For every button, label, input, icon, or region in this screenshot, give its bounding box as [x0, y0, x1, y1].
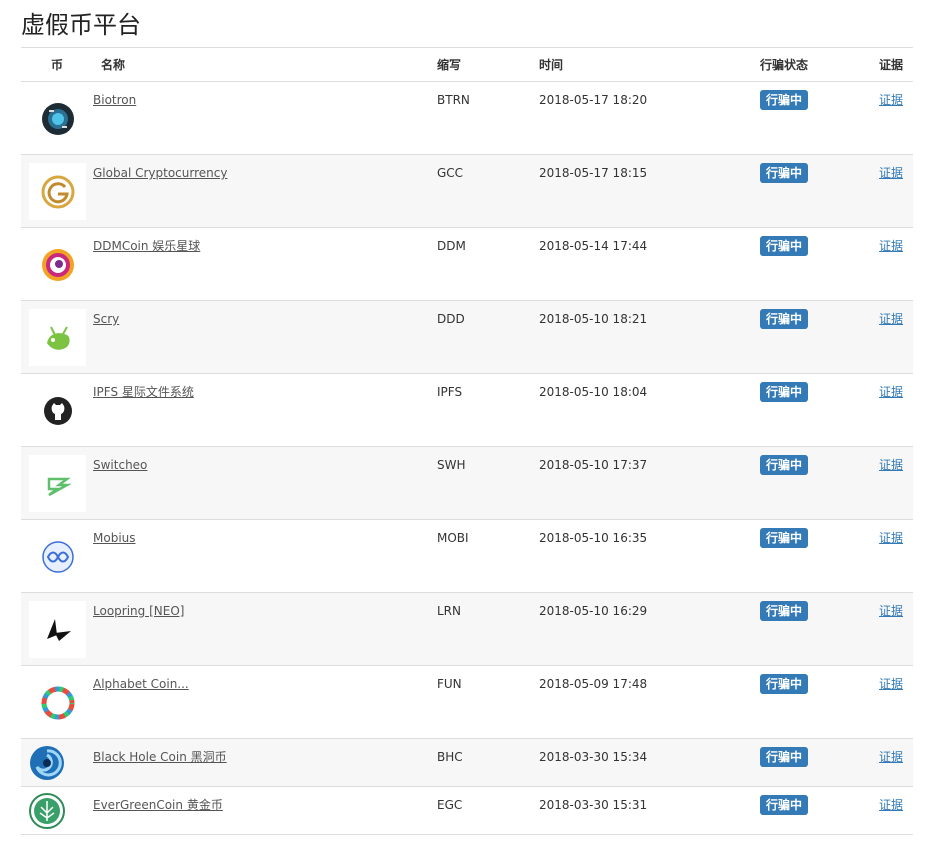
switcheo-logo-icon — [29, 455, 86, 512]
coin-symbol: DDD — [437, 312, 465, 326]
status-badge: 行骗中 — [760, 674, 809, 694]
table-row: Biotron BTRN 2018-05-17 18:20 行骗中 证据 — [21, 81, 913, 155]
coin-symbol: FUN — [437, 677, 462, 691]
col-header-proof: 证据 — [879, 47, 913, 82]
proof-link[interactable]: 证据 — [879, 228, 913, 253]
table-row: DDMCoin 娱乐星球 DDM 2018-05-14 17:44 行骗中 证据 — [21, 227, 913, 301]
scam-coin-table: 币 名称 缩写 时间 行骗状态 证据 Biotron BTRN 2018-05-… — [21, 47, 913, 835]
proof-link[interactable]: 证据 — [879, 155, 913, 180]
table-row: Switcheo SWH 2018-05-10 17:37 行骗中 证据 — [21, 446, 913, 520]
coin-symbol: SWH — [437, 458, 466, 472]
col-header-coin: 币 — [21, 47, 93, 82]
loopring-logo-icon — [29, 601, 86, 658]
coin-time: 2018-05-10 17:37 — [539, 458, 648, 472]
coin-name-link[interactable]: EverGreenCoin 黄金币 — [93, 798, 223, 812]
col-header-name: 名称 — [93, 47, 437, 82]
proof-link[interactable]: 证据 — [879, 666, 913, 691]
status-badge: 行骗中 — [760, 163, 809, 183]
page-title: 虚假币平台 — [21, 11, 141, 39]
col-header-status: 行骗状态 — [760, 47, 879, 82]
coin-name-link[interactable]: Loopring [NEO] — [93, 604, 184, 618]
table-row: Loopring [NEO] LRN 2018-05-10 16:29 行骗中 … — [21, 592, 913, 666]
status-badge: 行骗中 — [760, 90, 809, 110]
coin-time: 2018-05-09 17:48 — [539, 677, 648, 691]
coin-symbol: BTRN — [437, 93, 470, 107]
proof-link[interactable]: 证据 — [879, 447, 913, 472]
coin-name-link[interactable]: IPFS 星际文件系统 — [93, 385, 194, 399]
table-row: Alphabet Coin... FUN 2018-05-09 17:48 行骗… — [21, 665, 913, 739]
status-badge: 行骗中 — [760, 236, 809, 256]
gcc-logo-icon — [29, 163, 86, 220]
coin-symbol: LRN — [437, 604, 461, 618]
biotron-logo-icon — [29, 90, 86, 147]
coin-symbol: BHC — [437, 750, 463, 764]
col-header-time: 时间 — [539, 47, 760, 82]
coin-name-link[interactable]: DDMCoin 娱乐星球 — [93, 239, 200, 253]
scry-logo-icon — [29, 309, 86, 366]
ddm-logo-icon — [29, 236, 86, 293]
coin-time: 2018-05-10 18:21 — [539, 312, 648, 326]
coin-time: 2018-05-17 18:15 — [539, 166, 648, 180]
blackhole-logo-icon — [29, 743, 86, 783]
table-row: Global Cryptocurrency GCC 2018-05-17 18:… — [21, 154, 913, 228]
status-badge: 行骗中 — [760, 309, 809, 329]
coin-time: 2018-05-10 16:29 — [539, 604, 648, 618]
table-row: Black Hole Coin 黑洞币 BHC 2018-03-30 15:34… — [21, 738, 913, 787]
coin-symbol: EGC — [437, 798, 463, 812]
coin-name-link[interactable]: Biotron — [93, 93, 136, 107]
coin-time: 2018-03-30 15:34 — [539, 750, 648, 764]
coin-name-link[interactable]: Mobius — [93, 531, 136, 545]
coin-time: 2018-05-10 18:04 — [539, 385, 648, 399]
evergreen-logo-icon — [29, 791, 86, 831]
coin-symbol: GCC — [437, 166, 464, 180]
table-row: Scry DDD 2018-05-10 18:21 行骗中 证据 — [21, 300, 913, 374]
coin-symbol: IPFS — [437, 385, 463, 399]
status-badge: 行骗中 — [760, 601, 809, 621]
coin-symbol: MOBI — [437, 531, 469, 545]
proof-link[interactable]: 证据 — [879, 520, 913, 545]
coin-name-link[interactable]: Switcheo — [93, 458, 147, 472]
proof-link[interactable]: 证据 — [879, 82, 913, 107]
coin-name-link[interactable]: Scry — [93, 312, 119, 326]
coin-time: 2018-03-30 15:31 — [539, 798, 648, 812]
table-row: Mobius MOBI 2018-05-10 16:35 行骗中 证据 — [21, 519, 913, 593]
coin-name-link[interactable]: Alphabet Coin... — [93, 677, 189, 691]
status-badge: 行骗中 — [760, 382, 809, 402]
github-logo-icon — [29, 382, 86, 439]
mobius-logo-icon — [29, 528, 86, 585]
table-row: IPFS 星际文件系统 IPFS 2018-05-10 18:04 行骗中 证据 — [21, 373, 913, 447]
proof-link[interactable]: 证据 — [879, 787, 913, 812]
col-header-symbol: 缩写 — [437, 47, 539, 82]
coin-time: 2018-05-17 18:20 — [539, 93, 648, 107]
coin-name-link[interactable]: Black Hole Coin 黑洞币 — [93, 750, 227, 764]
proof-link[interactable]: 证据 — [879, 593, 913, 618]
alphabet-logo-icon — [29, 674, 86, 731]
coin-symbol: DDM — [437, 239, 466, 253]
status-badge: 行骗中 — [760, 747, 809, 767]
coin-time: 2018-05-14 17:44 — [539, 239, 648, 253]
table-row: EverGreenCoin 黄金币 EGC 2018-03-30 15:31 行… — [21, 786, 913, 835]
status-badge: 行骗中 — [760, 528, 809, 548]
proof-link[interactable]: 证据 — [879, 301, 913, 326]
proof-link[interactable]: 证据 — [879, 374, 913, 399]
coin-name-link[interactable]: Global Cryptocurrency — [93, 166, 227, 180]
status-badge: 行骗中 — [760, 795, 809, 815]
status-badge: 行骗中 — [760, 455, 809, 475]
coin-time: 2018-05-10 16:35 — [539, 531, 648, 545]
table-header-row: 币 名称 缩写 时间 行骗状态 证据 — [21, 47, 913, 82]
proof-link[interactable]: 证据 — [879, 739, 913, 764]
